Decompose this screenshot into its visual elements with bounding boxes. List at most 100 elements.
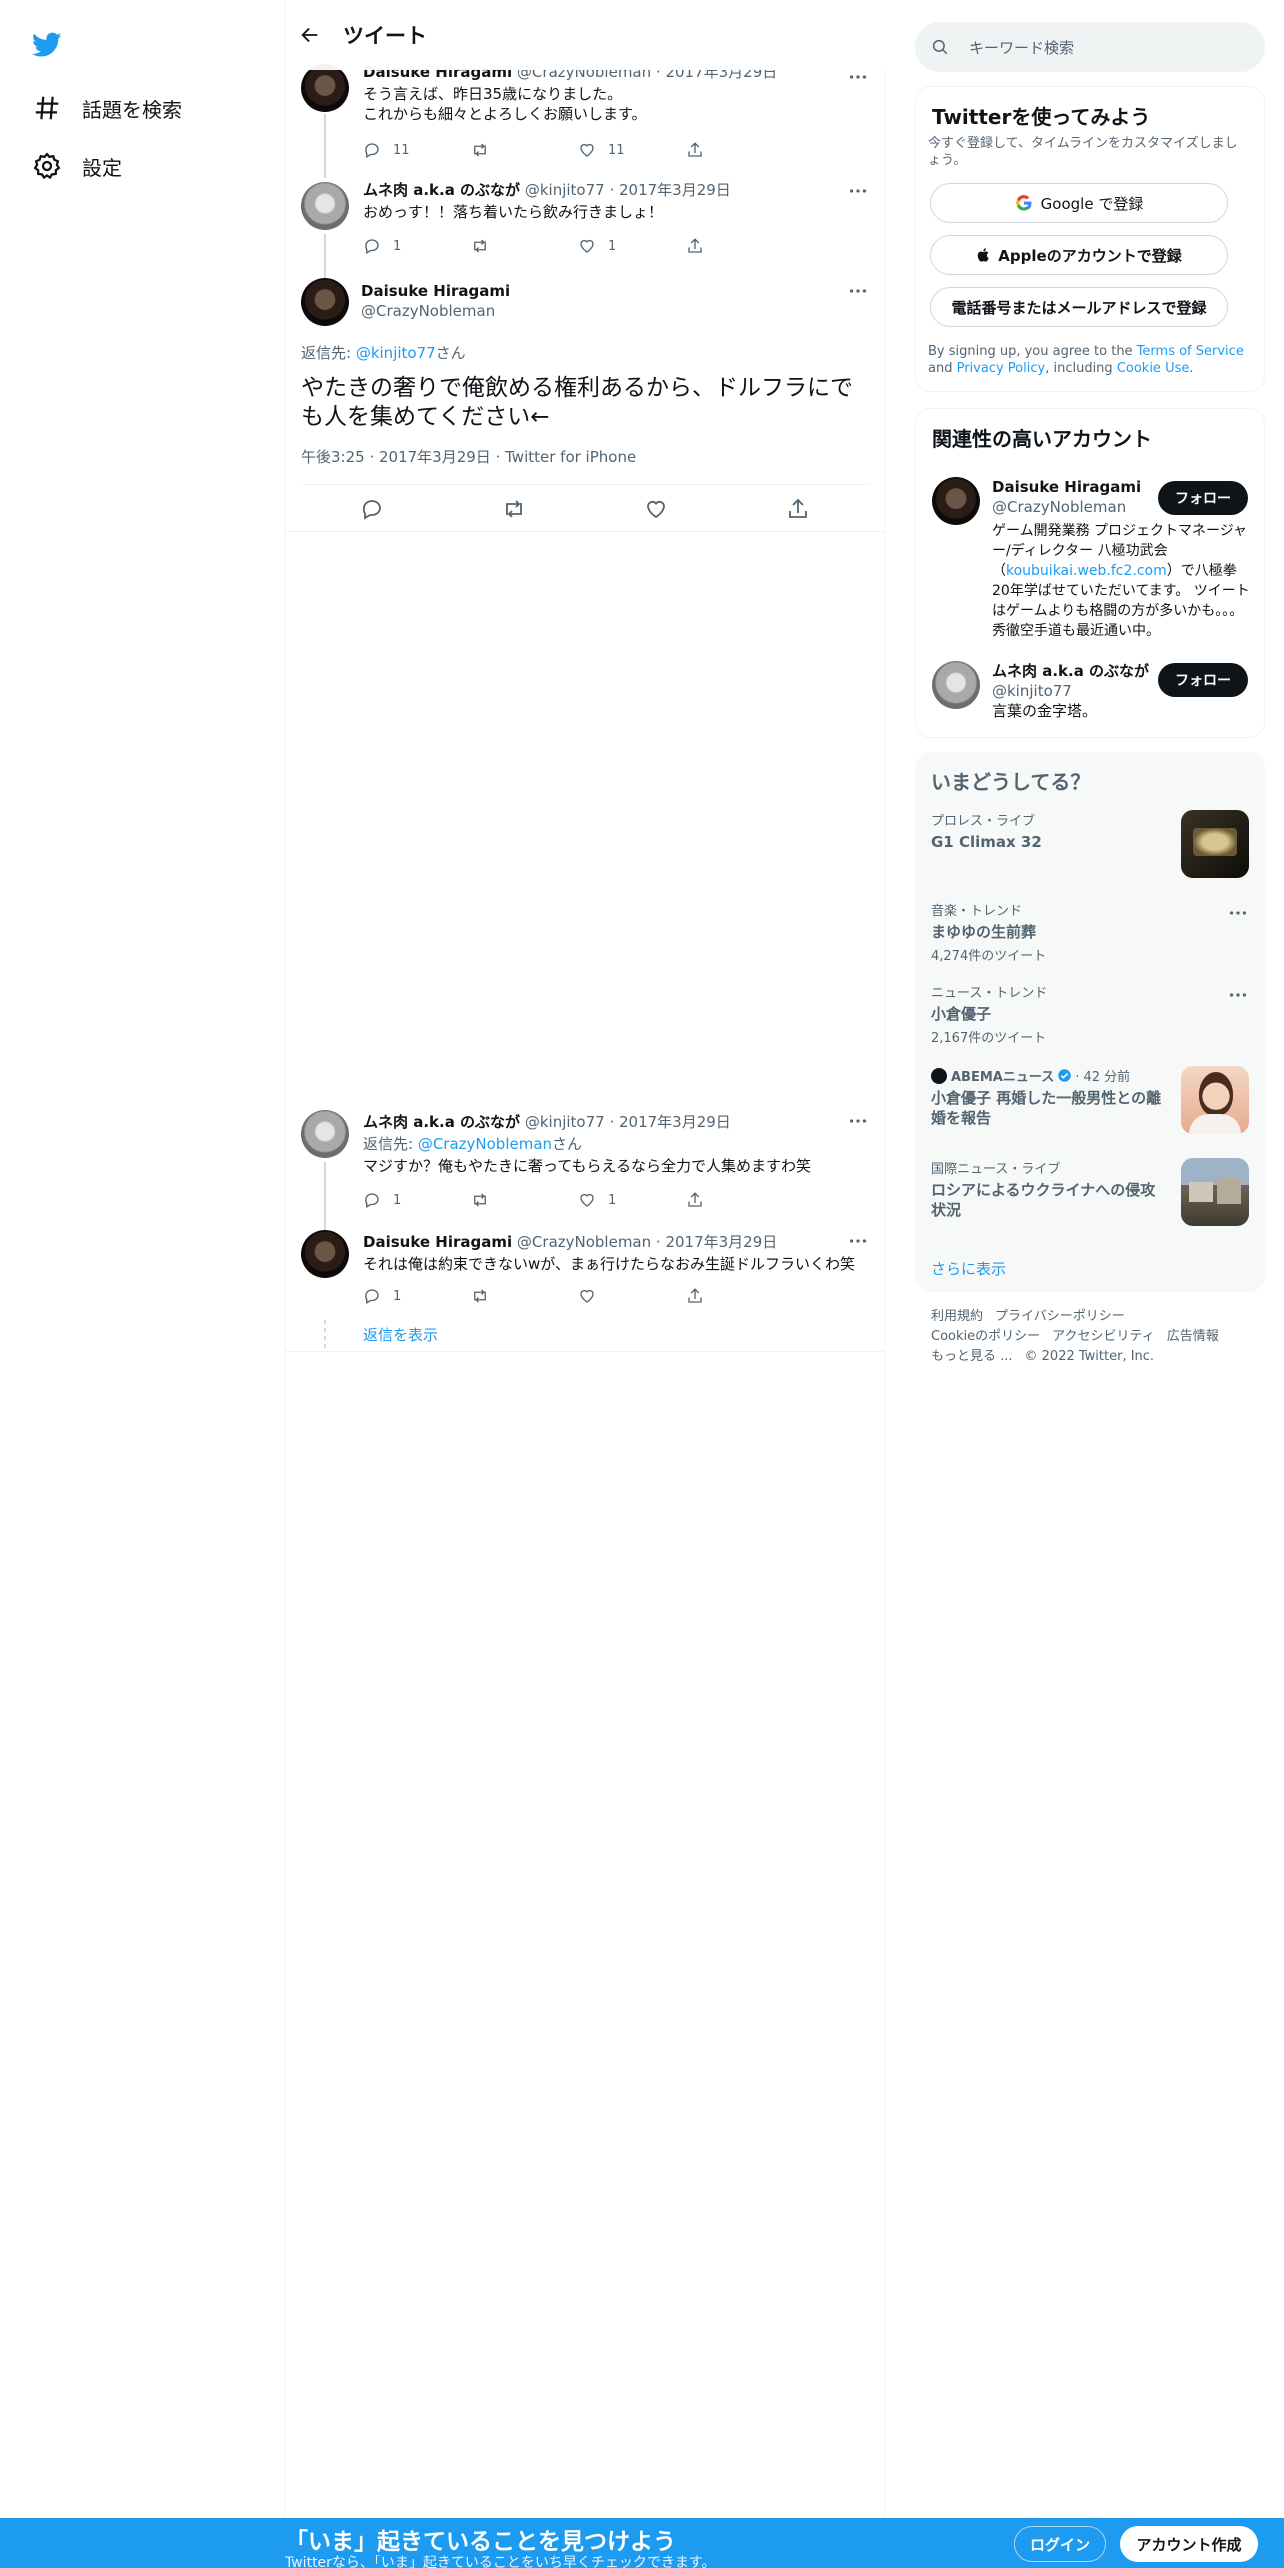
nav-settings[interactable]: 設定 (32, 141, 122, 191)
follow-button[interactable]: フォロー (1158, 663, 1248, 697)
author-name[interactable]: Daisuke Hiragami (361, 281, 510, 301)
more-icon[interactable] (1227, 902, 1249, 924)
avatar[interactable] (301, 278, 349, 326)
account-name[interactable]: ムネ肉 a.k.a のぶなが (992, 661, 1149, 681)
divider (285, 1351, 885, 1352)
reply-icon (365, 1289, 379, 1304)
more-icon[interactable] (847, 180, 869, 202)
login-button[interactable]: ログイン (1014, 2526, 1106, 2562)
reply-button[interactable]: 1 (363, 1186, 471, 1214)
share-button[interactable] (686, 1186, 794, 1214)
author-name[interactable]: ムネ肉 a.k.a のぶなが (363, 181, 520, 199)
twitter-logo-icon[interactable] (31, 32, 62, 62)
share-icon (687, 142, 702, 157)
reply-mention-link[interactable]: @CrazyNobleman (418, 1135, 552, 1153)
more-icon[interactable] (847, 1230, 869, 1252)
tweet-date[interactable]: 2017年3月29日 (665, 1233, 777, 1251)
tweet-time-link[interactable]: 午後3:25 (301, 448, 365, 466)
reply-button[interactable]: 1 (363, 1282, 471, 1310)
trend-item[interactable]: 国際ニュース・ライブ ロシアによるウクライナへの侵攻状況 (931, 1158, 1167, 1220)
share-icon (687, 1192, 702, 1207)
reply-button[interactable]: 1 (363, 232, 471, 260)
tweet-date-link[interactable]: 2017年3月29日 (379, 448, 491, 466)
google-signup-button[interactable]: Google で登録 (930, 183, 1228, 223)
show-replies-link[interactable]: 返信を表示 (363, 1324, 438, 1345)
tweet-date[interactable]: 2017年3月29日 (619, 1113, 731, 1131)
thread-tweet[interactable]: Daisuke Hiragami @CrazyNobleman · 2017年3… (285, 62, 885, 178)
heart-icon[interactable] (644, 497, 668, 521)
footer-link[interactable]: Cookieのポリシー (931, 1329, 1040, 1344)
reply-mention-link[interactable]: @kinjito77 (356, 344, 436, 362)
more-icon[interactable] (847, 1110, 869, 1132)
tweet-text-line: おめっす！！落ち着いたら飲み行きましょ！ (363, 203, 664, 221)
retweet-button[interactable] (471, 136, 579, 164)
footer-link[interactable]: 利用規約 (931, 1309, 983, 1324)
more-icon[interactable] (1227, 984, 1249, 1006)
like-count: 1 (608, 1192, 617, 1208)
trend-count: 2,167件のツイート (931, 1031, 1047, 1046)
trend-item[interactable]: ニュース・トレンド 小倉優子 2,167件のツイート (931, 982, 1251, 1046)
like-button[interactable]: 11 (578, 136, 686, 164)
trend-item[interactable]: 音楽・トレンド まゆゆの生前葬 4,274件のツイート (931, 900, 1251, 964)
author-handle[interactable]: @kinjito77 (525, 1113, 605, 1131)
account-cell[interactable]: ムネ肉 a.k.a のぶなが @kinjito77 言葉の金字塔。 フォロー (916, 649, 1264, 729)
reply-button[interactable]: 11 (363, 136, 471, 164)
trend-thumbnail (1181, 1158, 1249, 1226)
footer-link[interactable]: アクセシビリティ (1052, 1329, 1155, 1344)
signup-description: 今すぐ登録して、タイムラインをカスタマイズしましょう。 (928, 136, 1238, 168)
avatar[interactable] (932, 661, 980, 709)
phone-email-signup-label: 電話番号またはメールアドレスで登録 (951, 298, 1207, 317)
avatar[interactable] (301, 1230, 349, 1278)
apple-signup-button[interactable]: Appleのアカウントで登録 (930, 235, 1228, 275)
footer-link[interactable]: 広告情報 (1167, 1329, 1219, 1344)
show-more-link[interactable]: さらに表示 (931, 1258, 1006, 1279)
privacy-link[interactable]: Privacy Policy (957, 361, 1046, 376)
avatar[interactable] (301, 1110, 349, 1158)
retweet-button[interactable] (471, 232, 579, 260)
phone-email-signup-button[interactable]: 電話番号またはメールアドレスで登録 (930, 287, 1228, 327)
bio-link[interactable]: koubuikai.web.fc2.com (1006, 563, 1167, 579)
more-icon[interactable] (847, 280, 869, 302)
reply-icon[interactable] (360, 497, 384, 521)
signup-button[interactable]: アカウント作成 (1120, 2526, 1258, 2562)
footer-more-link[interactable]: もっと見る ... (931, 1349, 1013, 1364)
share-button[interactable] (686, 232, 794, 260)
retweet-icon[interactable] (502, 497, 526, 521)
back-arrow-icon[interactable] (299, 24, 321, 46)
like-button[interactable]: 1 (578, 232, 686, 260)
reply-tweet[interactable]: ムネ肉 a.k.a のぶなが @kinjito77 · 2017年3月29日 返… (285, 1110, 885, 1234)
avatar[interactable] (932, 477, 980, 525)
author-name[interactable]: Daisuke Hiragami (363, 1233, 512, 1251)
author-name[interactable]: ムネ肉 a.k.a のぶなが (363, 1113, 520, 1131)
avatar[interactable] (301, 64, 349, 112)
retweet-button[interactable] (471, 1282, 579, 1310)
account-handle[interactable]: @CrazyNobleman (992, 497, 1141, 517)
follow-button[interactable]: フォロー (1158, 481, 1248, 515)
account-cell[interactable]: Daisuke Hiragami @CrazyNobleman フォロー ゲーム… (916, 465, 1264, 645)
sidebar-footer: 利用規約 プライバシーポリシー Cookieのポリシー アクセシビリティ 広告情報 も… (931, 1307, 1231, 1367)
account-name[interactable]: Daisuke Hiragami (992, 477, 1141, 497)
like-button[interactable] (578, 1282, 686, 1310)
share-icon[interactable] (786, 497, 810, 521)
footer-link[interactable]: プライバシーポリシー (995, 1309, 1125, 1324)
like-button[interactable]: 1 (578, 1186, 686, 1214)
tweet-date[interactable]: 2017年3月29日 (619, 181, 731, 199)
terms-link[interactable]: Terms of Service (1137, 344, 1244, 359)
bottom-subtext: Twitterなら、「いま」起きていることをいち早くチェックできます。 (285, 2555, 716, 2568)
account-handle[interactable]: @kinjito77 (992, 681, 1149, 701)
search-input[interactable]: キーワード検索 (915, 22, 1265, 72)
cookie-link[interactable]: Cookie Use (1117, 361, 1190, 376)
author-handle[interactable]: @CrazyNobleman (517, 1233, 651, 1251)
retweet-button[interactable] (471, 1186, 579, 1214)
share-button[interactable] (686, 1282, 794, 1310)
thread-tweet[interactable]: ムネ肉 a.k.a のぶなが @kinjito77 · 2017年3月29日 お… (285, 180, 885, 286)
author-handle[interactable]: @kinjito77 (525, 181, 605, 199)
reply-tweet[interactable]: Daisuke Hiragami @CrazyNobleman · 2017年3… (285, 1230, 885, 1350)
reply-count: 11 (393, 142, 410, 158)
author-handle[interactable]: @CrazyNobleman (361, 301, 510, 321)
share-button[interactable] (686, 136, 794, 164)
verified-badge-icon (1058, 1069, 1071, 1082)
trend-item[interactable]: ABEMAニュース · 42 分前 小倉優子 再婚した一般男性との離婚を報告 (931, 1066, 1167, 1128)
nav-explore[interactable]: 話題を検索 (32, 83, 182, 133)
avatar[interactable] (301, 182, 349, 230)
